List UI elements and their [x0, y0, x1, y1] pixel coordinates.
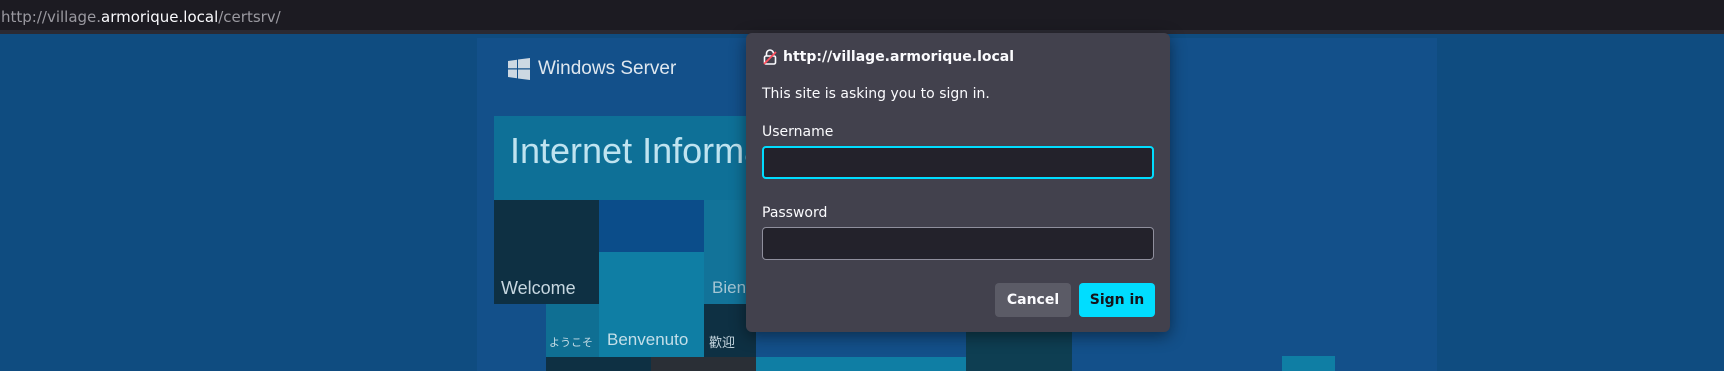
tile-benvenuto: Benvenuto [599, 304, 704, 357]
username-label: Username [762, 124, 834, 140]
cancel-button[interactable]: Cancel [995, 283, 1071, 317]
password-label: Password [762, 205, 828, 221]
tile-youkoso: ようこそ [546, 304, 599, 357]
brand-text: Windows Server [538, 58, 677, 79]
url-host: armorique.local [101, 8, 219, 26]
sign-in-button[interactable]: Sign in [1079, 283, 1155, 317]
windows-server-logo: Windows Server [508, 58, 676, 80]
password-field[interactable] [762, 227, 1154, 260]
auth-dialog: http://village.armorique.local This site… [746, 33, 1170, 332]
url-path: /certsrv/ [218, 8, 281, 26]
tile-blank [599, 200, 704, 252]
tile-welcome: Welcome [494, 200, 599, 304]
username-field[interactable] [762, 146, 1154, 179]
url-prefix: http://village. [1, 8, 102, 26]
tile-blank [651, 357, 756, 371]
insecure-lock-icon [763, 49, 777, 65]
backdrop-left [0, 38, 477, 371]
dialog-message: This site is asking you to sign in. [762, 86, 990, 102]
windows-logo-icon [508, 58, 530, 80]
address-bar[interactable]: http://village.armorique.local/certsrv/ [0, 0, 1724, 34]
dialog-origin-text: http://village.armorique.local [783, 49, 1015, 65]
dialog-origin: http://village.armorique.local [763, 49, 1014, 65]
tile-blank [1282, 356, 1335, 371]
tile-blank [546, 357, 651, 371]
tile-blank [756, 357, 966, 371]
backdrop-right [1437, 38, 1724, 371]
